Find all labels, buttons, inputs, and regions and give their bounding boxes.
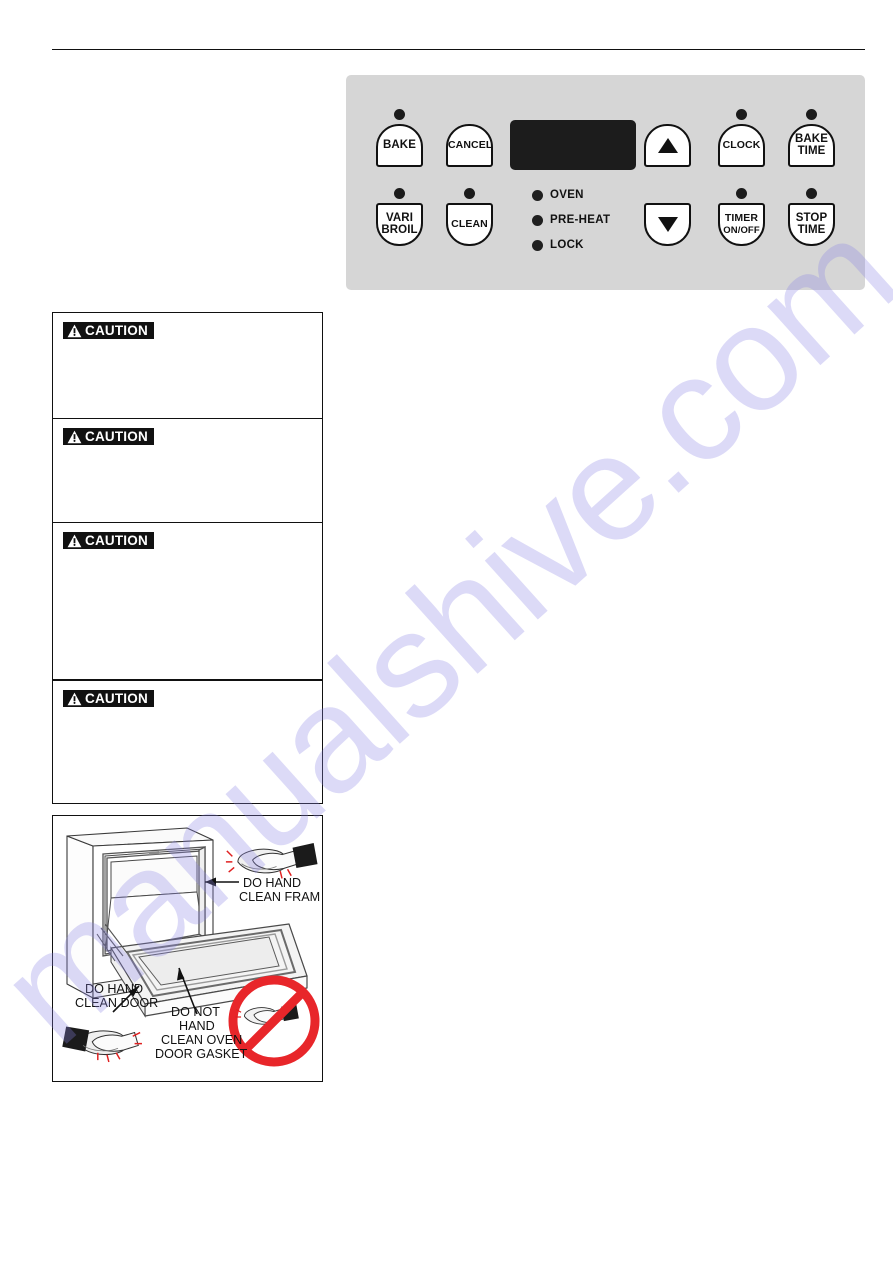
- caution-label-3: CAUTION: [85, 532, 148, 548]
- oven-indicator-icon: [532, 189, 543, 201]
- clean-button[interactable]: CLEAN: [446, 203, 493, 246]
- caution-banner-3: CAUTION: [63, 532, 154, 549]
- callout-gasket-line2: HAND: [179, 1019, 215, 1033]
- hand-cloth-icon-frame: [225, 842, 318, 879]
- bake-button[interactable]: BAKE: [376, 124, 423, 167]
- timer-line1: TIMER: [724, 212, 759, 224]
- callout-gasket-line3: CLEAN OVEN: [161, 1033, 242, 1047]
- caution-box-4: CAUTION: [52, 680, 323, 804]
- caution-box-3: CAUTION: [52, 522, 323, 680]
- caution-banner-1: CAUTION: [63, 322, 154, 339]
- timer-line2: ON/OFF: [723, 224, 760, 236]
- triangle-up-icon: [657, 138, 678, 153]
- header-divider: [52, 49, 865, 50]
- clean-button-label: CLEAN: [451, 217, 488, 230]
- bake-time-button-label: BAKE TIME: [790, 133, 833, 157]
- callout-door-line2: CLEAN DOOR: [75, 996, 158, 1010]
- cancel-button[interactable]: CANCEL: [446, 124, 493, 167]
- caution-label-2: CAUTION: [85, 428, 148, 444]
- timer-button-label: TIMER ON/OFF: [720, 212, 763, 236]
- pre-heat-indicator-icon: [532, 214, 543, 226]
- hand-cloth-icon-door: [62, 1026, 142, 1063]
- callout-gasket-line1: DO NOT: [171, 1005, 220, 1019]
- indicator-lock: LOCK: [532, 239, 584, 251]
- arrow-up-button[interactable]: [644, 124, 691, 167]
- warning-triangle-icon: [67, 692, 82, 706]
- timer-led: [736, 188, 747, 199]
- warning-triangle-icon: [67, 534, 82, 548]
- clock-button[interactable]: CLOCK: [718, 124, 765, 167]
- bake-time-line2: TIME: [797, 144, 826, 157]
- indicator-pre-heat: PRE-HEAT: [532, 214, 610, 226]
- triangle-down-icon: [657, 217, 678, 232]
- bake-time-line1: BAKE: [795, 133, 828, 145]
- vari-broil-button-label: VARI BROIL: [378, 212, 421, 236]
- caution-label-1: CAUTION: [85, 322, 148, 338]
- clean-led: [464, 188, 475, 199]
- cancel-button-label: CANCEL: [448, 138, 493, 151]
- stop-time-button-label: STOP TIME: [790, 212, 833, 236]
- callout-gasket-line4: DOOR GASKET: [155, 1047, 248, 1061]
- callout-door-line1: DO HAND: [85, 982, 143, 996]
- caution-banner-2: CAUTION: [63, 428, 154, 445]
- oven-control-panel: BAKE CANCEL CLOCK BAKE TIME VARI BROIL C…: [346, 75, 865, 290]
- timer-on-off-button[interactable]: TIMER ON/OFF: [718, 203, 765, 246]
- bake-time-led: [806, 109, 817, 120]
- caution-banner-4: CAUTION: [63, 690, 154, 707]
- caution-box-2: CAUTION: [52, 418, 323, 523]
- digital-display: [510, 120, 636, 170]
- callout-frame-line1: DO HAND: [243, 876, 301, 890]
- stop-time-line1: STOP: [795, 212, 828, 224]
- vari-broil-led: [394, 188, 405, 199]
- oven-diagram-svg: DO HAND CLEAN FRAME DO HAND CLEAN DOOR D…: [62, 827, 321, 1067]
- warning-triangle-icon: [67, 324, 82, 338]
- stop-time-led: [806, 188, 817, 199]
- indicator-oven: OVEN: [532, 189, 584, 201]
- arrow-down-button[interactable]: [644, 203, 691, 246]
- vari-broil-button[interactable]: VARI BROIL: [376, 203, 423, 246]
- stop-time-line2: TIME: [797, 223, 826, 236]
- lock-indicator-label: LOCK: [550, 239, 584, 251]
- bake-led: [394, 109, 405, 120]
- pre-heat-indicator-label: PRE-HEAT: [550, 214, 611, 226]
- clock-led: [736, 109, 747, 120]
- bake-button-label: BAKE: [383, 138, 416, 151]
- caution-label-4: CAUTION: [85, 690, 148, 706]
- clock-button-label: CLOCK: [722, 138, 761, 151]
- vari-broil-line2: BROIL: [381, 223, 418, 236]
- vari-broil-line1: VARI: [385, 212, 414, 224]
- oven-indicator-label: OVEN: [550, 189, 584, 201]
- stop-time-button[interactable]: STOP TIME: [788, 203, 835, 246]
- bake-time-button[interactable]: BAKE TIME: [788, 124, 835, 167]
- callout-frame-line2: CLEAN FRAME: [239, 890, 321, 904]
- warning-triangle-icon: [67, 430, 82, 444]
- oven-cleaning-illustration: DO HAND CLEAN FRAME DO HAND CLEAN DOOR D…: [52, 815, 323, 1082]
- lock-indicator-icon: [532, 239, 543, 251]
- caution-box-1: CAUTION: [52, 312, 323, 419]
